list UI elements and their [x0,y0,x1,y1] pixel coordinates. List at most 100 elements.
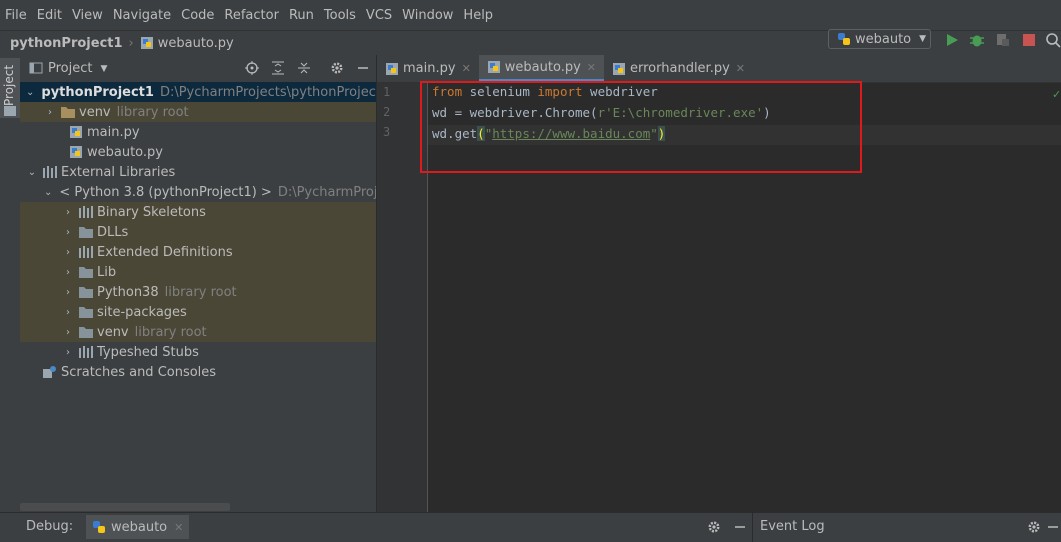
menu-window[interactable]: Window [397,8,458,23]
stop-icon[interactable] [1021,32,1037,48]
python-file-icon [487,61,500,73]
tree-item-label: site-packages [97,304,187,320]
bottom-tool-bar: Debug: webauto ✕ Event Log [0,512,1061,542]
tree-item-binary-skeletons[interactable]: › Binary Skeletons [20,202,376,222]
tree-item-label: Scratches and Consoles [61,364,217,380]
tree-item-webauto-py[interactable]: webauto.py [20,142,376,162]
tree-item-label: Lib [97,264,117,280]
close-icon[interactable]: ✕ [462,62,471,75]
menu-run[interactable]: Run [284,8,319,23]
tree-item-label: < Python 3.8 (pythonProject1) > [59,184,272,200]
tree-item-note: library root [164,284,237,300]
breadcrumb-separator: › [128,35,134,51]
chevron-right-icon: › [48,106,52,118]
hide-icon[interactable] [356,61,370,75]
tree-item-venv-lib[interactable]: › venv library root [20,322,376,342]
close-icon[interactable]: ✕ [587,61,596,74]
python-file-icon [386,62,398,75]
project-panel-title[interactable]: Project [48,61,92,76]
tree-item-typeshed-stubs[interactable]: › Typeshed Stubs [20,342,376,362]
line-number: 1 [383,85,391,99]
highlight-box [420,81,862,173]
chevron-right-icon: › [66,326,70,338]
tree-item-site-packages[interactable]: › site-packages [20,302,376,322]
tree-item-label: main.py [87,124,140,140]
tab-webauto-py[interactable]: webauto.py ✕ [478,55,604,82]
menu-navigate[interactable]: Navigate [108,8,176,23]
project-panel: Project ▼ ⌄ pythonProject1 D:\PycharmPro… [20,55,377,512]
python-icon [93,521,105,533]
tree-item-project-root[interactable]: ⌄ pythonProject1 D:\PycharmProjects\pyth… [20,82,376,102]
tree-item-lib[interactable]: › Lib [20,262,376,282]
menu-tools[interactable]: Tools [319,8,361,23]
tree-item-note: library root [116,104,189,120]
chevron-down-icon: ⌄ [44,186,53,198]
debug-session-tab[interactable]: webauto ✕ [86,515,190,539]
run-icon[interactable] [944,32,960,48]
folder-icon [79,307,93,318]
menu-edit[interactable]: Edit [32,8,67,23]
menu-refactor[interactable]: Refactor [219,8,284,23]
menu-code[interactable]: Code [176,8,219,23]
python-icon [838,33,850,45]
inspection-ok-icon[interactable]: ✓ [1052,88,1061,101]
tree-item-extended-definitions[interactable]: › Extended Definitions [20,242,376,262]
breadcrumb-file[interactable]: webauto.py [140,36,234,51]
close-icon[interactable]: ✕ [736,62,745,75]
locate-icon[interactable] [245,61,259,75]
tab-label: webauto.py [504,59,581,75]
tree-item-label: Python38 [97,284,159,300]
run-configuration-label: webauto [855,31,912,47]
python-file-icon [140,37,153,49]
line-number: 2 [383,105,391,119]
folder-icon [79,327,93,338]
folder-icon [61,107,75,118]
expand-all-icon[interactable] [271,61,285,75]
tree-item-label: venv [79,104,111,120]
scratches-icon [43,366,56,378]
menu-bar: File Edit View Navigate Code Refactor Ru… [0,0,1061,30]
tree-item-venv[interactable]: › venv library root [20,102,376,122]
tree-item-path: D:\PycharmProjects [277,184,376,200]
gear-icon[interactable] [330,61,344,75]
coverage-icon[interactable] [995,32,1011,48]
close-icon[interactable]: ✕ [174,521,183,534]
gear-icon[interactable] [707,520,721,534]
hide-icon[interactable] [1047,520,1059,534]
breadcrumb-project[interactable]: pythonProject1 [10,36,123,51]
tab-label: errorhandler.py [630,61,730,76]
menu-help[interactable]: Help [458,8,498,23]
tree-item-scratches[interactable]: Scratches and Consoles [20,362,376,382]
python-file-icon [70,146,82,158]
chevron-right-icon: › [66,266,70,278]
debug-icon[interactable] [969,32,985,48]
collapse-all-icon[interactable] [297,61,311,75]
chevron-down-icon: ⌄ [27,166,37,178]
hide-icon[interactable] [733,520,747,534]
run-configuration-selector[interactable]: webauto ▼ [828,29,931,49]
tree-item-python38[interactable]: › Python38 library root [20,282,376,302]
menu-vcs[interactable]: VCS [361,8,397,23]
tree-item-note: library root [134,324,207,340]
chevron-right-icon: › [66,226,70,238]
gear-icon[interactable] [1027,520,1041,534]
tab-main-py[interactable]: main.py ✕ [377,55,479,82]
menu-file[interactable]: File [0,8,32,23]
tree-item-label: Extended Definitions [97,244,233,260]
search-icon[interactable] [1045,32,1061,48]
tree-item-external-libraries[interactable]: ⌄ External Libraries [20,162,376,182]
library-icon [79,346,93,358]
tree-item-label: Typeshed Stubs [97,344,199,360]
tree-item-dlls[interactable]: › DLLs [20,222,376,242]
tree-item-python-sdk[interactable]: ⌄ < Python 3.8 (pythonProject1) > D:\Pyc… [20,182,376,202]
library-icon [79,206,93,218]
folder-icon [79,287,93,298]
tab-errorhandler-py[interactable]: errorhandler.py ✕ [604,55,753,82]
breadcrumb-file-label: webauto.py [157,35,234,51]
chevron-down-icon[interactable]: ▼ [100,64,107,74]
tree-item-label: Binary Skeletons [97,204,206,220]
tree-item-main-py[interactable]: main.py [20,122,376,142]
event-log-label[interactable]: Event Log [760,519,825,534]
horizontal-scrollbar[interactable] [20,503,230,511]
menu-view[interactable]: View [67,8,108,23]
